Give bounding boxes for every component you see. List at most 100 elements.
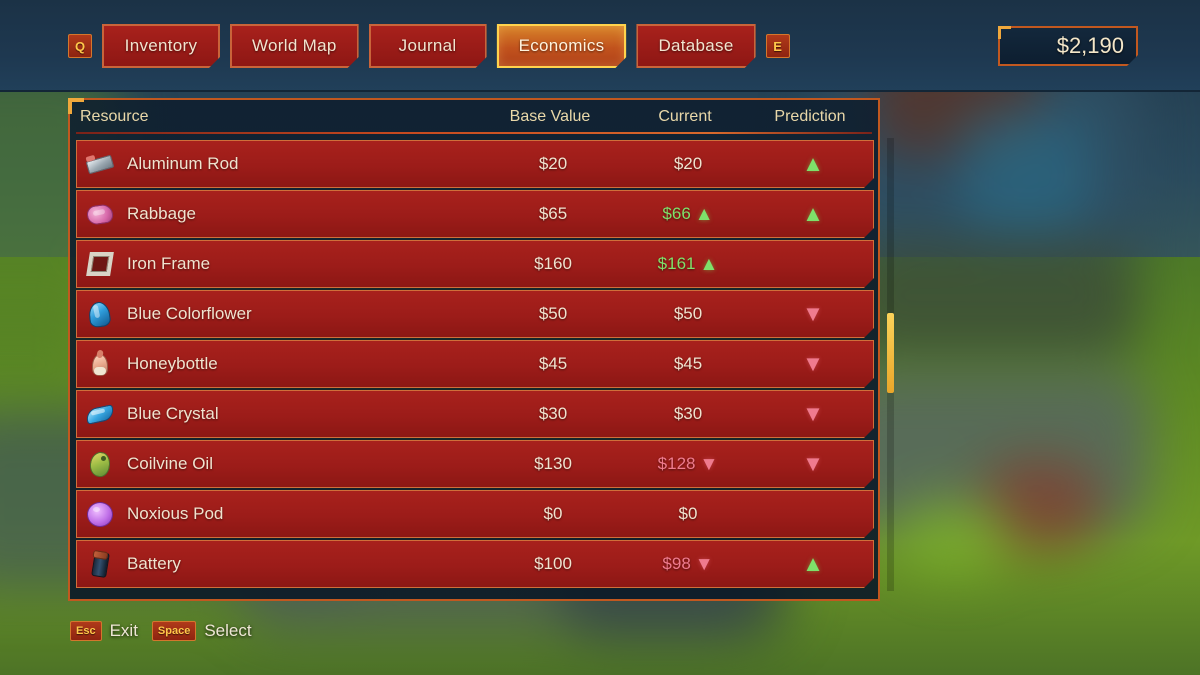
hint-label: Select — [204, 621, 252, 640]
cell-base-value: $45 — [538, 354, 568, 373]
resource-name: Battery — [127, 554, 181, 573]
cell-current-value: $50 — [623, 304, 753, 324]
table-row[interactable]: Noxious Pod $0 $0 — [76, 490, 874, 538]
resource-name: Honeybottle — [127, 354, 218, 373]
money-counter: $2,190 — [998, 26, 1138, 66]
current-value-text: $45 — [673, 354, 703, 373]
cell-resource: Blue Crystal — [83, 399, 483, 429]
resource-name: Blue Colorflower — [127, 304, 252, 323]
cell-prediction: ▼ — [753, 453, 873, 475]
table-row[interactable]: Iron Frame $160 $161 ▲ — [76, 240, 874, 288]
noxious-pod-icon — [85, 499, 115, 529]
aluminum-rod-icon — [85, 149, 115, 179]
cell-current-value: $30 — [623, 404, 753, 424]
hint-select[interactable]: Space Select — [151, 621, 252, 641]
cell-current-value: $98 ▼ — [623, 554, 753, 574]
current-value-text: $20 — [673, 154, 703, 173]
current-trend-up-icon: ▲ — [694, 203, 714, 225]
economics-panel: Resource Base Value Current Prediction A… — [68, 98, 894, 601]
blue-crystal-icon — [85, 399, 115, 429]
current-value-text: $66 — [662, 204, 691, 223]
key-badge-esc: Esc — [70, 621, 102, 641]
cell-resource: Blue Colorflower — [83, 299, 483, 329]
current-trend-up-icon: ▲ — [699, 253, 719, 275]
cell-resource: Noxious Pod — [83, 499, 483, 529]
column-header-prediction: Prediction — [774, 108, 846, 125]
cell-base-value: $20 — [538, 154, 568, 173]
cell-current-value: $20 — [623, 154, 753, 174]
cell-base-value: $100 — [534, 554, 572, 573]
prediction-down-icon: ▼ — [802, 401, 824, 426]
table-header-row: Resource Base Value Current Prediction — [70, 100, 878, 134]
cell-current-value: $66 ▲ — [623, 204, 753, 224]
next-tab-key-badge[interactable]: E — [765, 34, 790, 58]
prediction-up-icon: ▲ — [802, 551, 824, 576]
table-row[interactable]: Battery $100 $98 ▼ ▲ — [76, 540, 874, 588]
prev-tab-key-badge[interactable]: Q — [68, 34, 92, 58]
cell-prediction: ▲ — [753, 153, 873, 175]
table-row[interactable]: Rabbage $65 $66 ▲ ▲ — [76, 190, 874, 238]
coilvine-oil-icon — [85, 449, 115, 479]
resource-name: Noxious Pod — [127, 504, 224, 523]
tab-journal[interactable]: Journal — [369, 24, 487, 68]
prediction-down-icon: ▼ — [802, 451, 824, 476]
cell-prediction: ▲ — [753, 553, 873, 575]
table-row[interactable]: Blue Crystal $30 $30 ▼ — [76, 390, 874, 438]
column-header-current: Current — [658, 108, 712, 125]
tab-database[interactable]: Database — [636, 24, 755, 68]
cell-current-value: $45 — [623, 354, 753, 374]
scrollbar-thumb[interactable] — [887, 313, 894, 393]
cell-resource: Coilvine Oil — [83, 449, 483, 479]
cell-prediction: ▼ — [753, 303, 873, 325]
top-navigation-bar: Q Inventory World Map Journal Economics Data… — [0, 0, 1200, 92]
resource-name: Blue Crystal — [127, 404, 219, 423]
cell-prediction: ▲ — [753, 203, 873, 225]
cell-base-value: $0 — [543, 504, 563, 523]
tab-inventory[interactable]: Inventory — [102, 24, 220, 68]
prediction-up-icon: ▲ — [802, 151, 824, 176]
hint-label: Exit — [109, 621, 138, 640]
current-value-text: $161 — [657, 254, 696, 273]
tab-list: Inventory World Map Journal Economics Databa… — [102, 24, 756, 68]
cell-resource: Aluminum Rod — [83, 149, 483, 179]
resource-name: Iron Frame — [127, 254, 211, 273]
table-row[interactable]: Aluminum Rod $20 $20 ▲ — [76, 140, 874, 188]
footer-hints: Esc Exit Space Select — [70, 621, 252, 641]
cell-resource: Iron Frame — [83, 249, 483, 279]
battery-icon — [85, 549, 115, 579]
table-row[interactable]: Blue Colorflower $50 $50 ▼ — [76, 290, 874, 338]
prediction-down-icon: ▼ — [802, 301, 824, 326]
cell-resource: Battery — [83, 549, 483, 579]
hint-exit[interactable]: Esc Exit — [70, 621, 138, 641]
current-value-text: $0 — [678, 504, 698, 523]
current-trend-down-icon: ▼ — [699, 453, 719, 475]
table-row[interactable]: Honeybottle $45 $45 ▼ — [76, 340, 874, 388]
current-value-text: $50 — [673, 304, 703, 323]
column-header-base-value: Base Value — [509, 108, 591, 125]
scrollbar-track[interactable] — [887, 138, 894, 591]
resource-name: Coilvine Oil — [127, 454, 213, 473]
cell-base-value: $160 — [534, 254, 572, 273]
cell-resource: Rabbage — [83, 199, 483, 229]
iron-frame-icon — [85, 249, 115, 279]
cell-base-value: $50 — [538, 304, 568, 323]
cell-base-value: $130 — [534, 454, 572, 473]
current-value-text: $128 — [657, 454, 696, 473]
tab-world-map[interactable]: World Map — [230, 24, 359, 68]
cell-current-value: $161 ▲ — [623, 254, 753, 274]
resource-name: Rabbage — [127, 204, 197, 223]
table-row[interactable]: Coilvine Oil $130 $128 ▼ ▼ — [76, 440, 874, 488]
blue-colorflower-icon — [85, 299, 115, 329]
tab-economics[interactable]: Economics — [497, 24, 627, 68]
column-header-resource: Resource — [80, 108, 149, 125]
cell-current-value: $0 — [623, 504, 753, 524]
cell-current-value: $128 ▼ — [623, 454, 753, 474]
prediction-down-icon: ▼ — [802, 351, 824, 376]
cell-base-value: $65 — [538, 204, 568, 223]
resource-name: Aluminum Rod — [127, 154, 239, 173]
prediction-up-icon: ▲ — [802, 201, 824, 226]
resource-list[interactable]: Aluminum Rod $20 $20 ▲ Rabbage $65 $66 ▲ ▲ Iron F… — [70, 136, 878, 599]
cell-prediction: ▼ — [753, 403, 873, 425]
nav-tabs: Q Inventory World Map Journal Economics Data… — [68, 24, 790, 68]
cell-base-value: $30 — [538, 404, 568, 423]
